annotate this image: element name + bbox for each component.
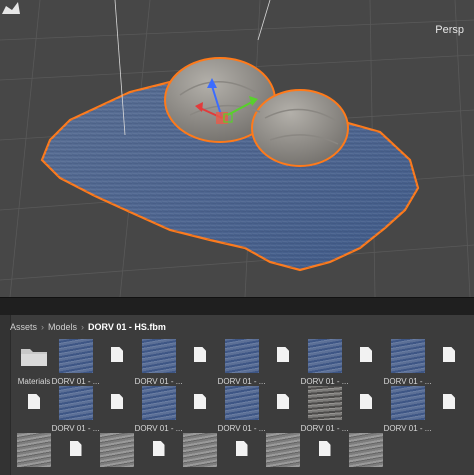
file-icon — [443, 347, 455, 362]
file-icon — [443, 394, 455, 409]
chevron-right-icon: › — [41, 322, 45, 332]
breadcrumb-assets[interactable]: Assets — [10, 322, 37, 332]
texture-thumbnail — [349, 433, 383, 467]
camera-mode-label[interactable]: Persp — [435, 24, 464, 36]
breadcrumb-models[interactable]: Models — [48, 322, 77, 332]
asset-grid: Materials DORV 01 - ... DORV 01 - ... DORV … — [14, 339, 474, 475]
scene-viewport[interactable]: Persp — [0, 0, 474, 297]
rock-medium — [251, 89, 349, 167]
breadcrumb-current[interactable]: DORV 01 - HS.fbm — [88, 322, 166, 332]
breadcrumb: Assets › Models › DORV 01 - HS.fbm — [10, 319, 166, 335]
asset-item[interactable] — [409, 386, 474, 442]
panel-divider[interactable] — [0, 297, 474, 316]
orientation-gizmo-icon[interactable] — [0, 0, 22, 18]
chevron-right-icon: › — [81, 322, 85, 332]
scene-canvas[interactable] — [0, 0, 474, 297]
asset-item[interactable] — [326, 433, 406, 475]
project-panel: Assets › Models › DORV 01 - HS.fbm Mater… — [0, 315, 474, 475]
